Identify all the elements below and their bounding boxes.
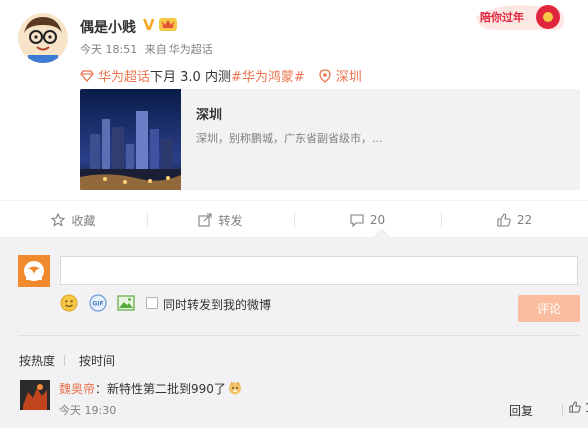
card-description: 深圳，别称鹏城，广东省副省级市，... [196, 132, 383, 145]
repost-button[interactable]: 转发 [147, 201, 294, 239]
sort-divider [64, 355, 66, 366]
action-bar: 收藏 转发 20 22 [0, 200, 588, 238]
gif-icon[interactable]: GIF [89, 294, 107, 312]
smiley-icon[interactable] [60, 294, 78, 312]
post-meta: 今天 18:51 来自 华为超话 [80, 41, 217, 57]
repost-label: 转发 [218, 213, 243, 228]
like-count: 22 [516, 213, 533, 227]
share-icon [198, 213, 213, 227]
star-icon [51, 213, 66, 227]
repost-checkbox[interactable] [146, 297, 158, 309]
diamond-icon [80, 70, 94, 82]
comment-like-button[interactable]: 1 [569, 401, 588, 415]
comment-text: ：新特性第二批到990了 [95, 382, 226, 396]
user-avatar[interactable] [18, 13, 68, 63]
vip-verified-icon: V [143, 16, 155, 34]
comment-action-divider [562, 404, 563, 415]
comment-button[interactable]: 20 [294, 201, 441, 239]
sort-by-time-tab[interactable]: 按时间 [79, 354, 115, 368]
post-source-prefix: 来自 [144, 43, 167, 56]
post-time[interactable]: 今天 18:51 [80, 43, 137, 56]
thumbs-up-icon [497, 213, 511, 227]
commenter-avatar[interactable] [20, 380, 50, 410]
my-avatar[interactable] [18, 255, 50, 287]
comment-time: 今天 19:30 [59, 404, 117, 417]
reply-button[interactable]: 回复 [509, 402, 533, 419]
hashtag-link[interactable]: #华为鸿蒙# [231, 70, 305, 85]
comment-bubble-icon [350, 214, 364, 227]
image-icon[interactable] [117, 294, 135, 312]
favorite-button[interactable]: 收藏 [0, 201, 147, 239]
supertopic-link[interactable]: 华为超话 [98, 70, 150, 85]
sort-by-hot-tab[interactable]: 按热度 [19, 354, 55, 368]
member-crown-icon [158, 15, 178, 32]
new-year-badge[interactable]: 陪你过年 [476, 2, 566, 32]
post-text: 下月 3.0 内测 [150, 70, 231, 85]
location-card[interactable]: 深圳 深圳，别称鹏城，广东省副省级市，... [80, 89, 580, 190]
comment-input[interactable] [60, 256, 578, 285]
commenter-name[interactable]: 魏奥帝 [59, 382, 95, 396]
username[interactable]: 偶是小贱 [80, 17, 136, 37]
comment-section: GIF 同时转发到我的微博 评论 按热度 按时间 魏奥帝：新特性第二批到990了 [0, 238, 588, 428]
post-card: 偶是小贱 V 今天 18:51 来自 华为超话 陪你过年 华为超话下月 3.0 内… [0, 0, 588, 200]
divider [18, 335, 580, 336]
city-night-image [80, 89, 181, 190]
comment-item: 魏奥帝：新特性第二批到990了 今天 19:30 回复 1 [20, 380, 588, 424]
thumbs-up-icon [569, 401, 581, 413]
post-source[interactable]: 华为超话 [169, 43, 213, 56]
post-content: 华为超话下月 3.0 内测#华为鸿蒙# 深圳 [80, 66, 362, 85]
doge-emoji-icon [228, 381, 241, 395]
new-year-badge-text: 陪你过年 [480, 11, 524, 24]
repost-checkbox-label[interactable]: 同时转发到我的微博 [163, 296, 271, 313]
like-button[interactable]: 22 [441, 201, 588, 239]
sort-tabs: 按热度 按时间 [19, 352, 115, 369]
comment-pointer [374, 230, 390, 238]
comment-line: 魏奥帝：新特性第二批到990了 [59, 380, 242, 397]
svg-text:GIF: GIF [92, 301, 103, 308]
comment-count: 20 [369, 213, 386, 227]
card-title: 深圳 [196, 108, 223, 123]
location-link[interactable]: 深圳 [336, 70, 362, 85]
location-pin-icon [319, 69, 331, 83]
favorite-label: 收藏 [71, 213, 96, 228]
submit-comment-button[interactable]: 评论 [518, 295, 580, 322]
